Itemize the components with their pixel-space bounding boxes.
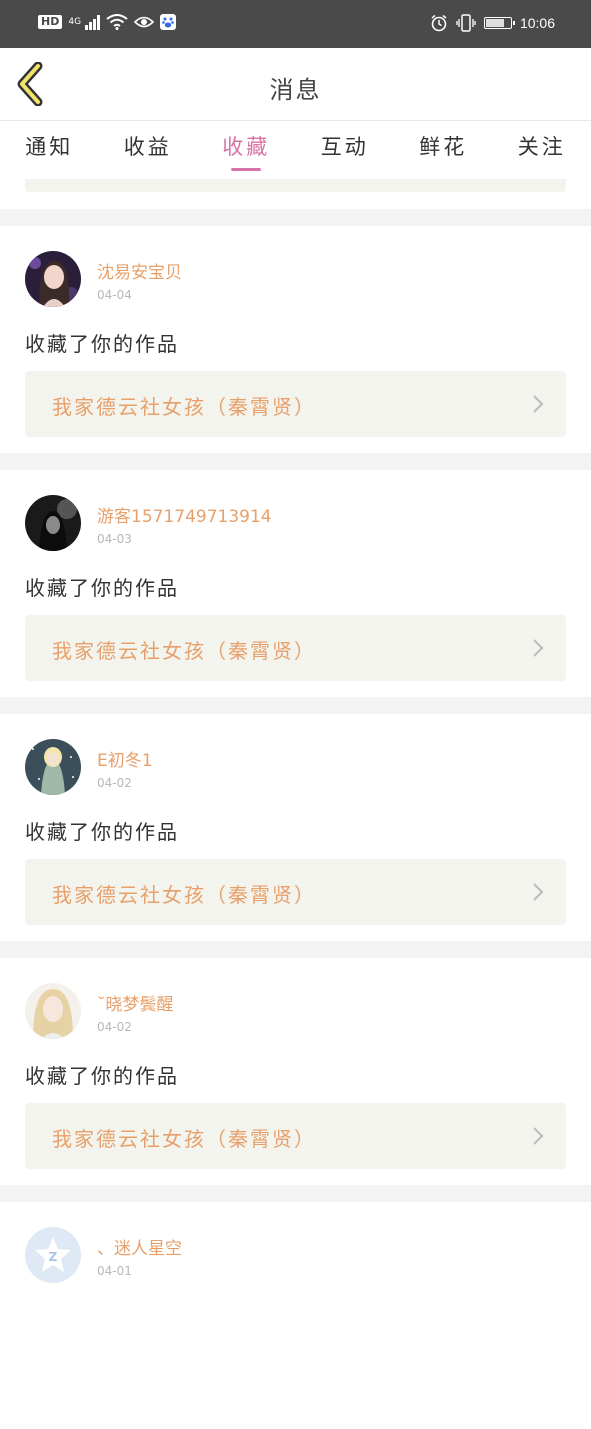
- signal-icon: [85, 14, 100, 30]
- nav-bar: 消息: [0, 48, 591, 121]
- work-link[interactable]: 我家德云社女孩（秦霄贤）: [25, 615, 566, 681]
- timestamp: 04-02: [97, 1020, 132, 1034]
- vibrate-icon: [456, 14, 476, 32]
- work-title: 我家德云社女孩（秦霄贤）: [52, 1123, 316, 1152]
- message-list: 沈易安宝贝 04-04 收藏了你的作品 我家德云社女孩（秦霄贤） 游客15717…: [0, 179, 591, 1429]
- chevron-right-icon: [532, 638, 544, 658]
- network-type: 4G: [68, 17, 81, 27]
- eye-icon: [134, 15, 154, 29]
- username[interactable]: ˘晓梦鬓醒: [97, 990, 174, 1015]
- work-title: 我家德云社女孩（秦霄贤）: [52, 879, 316, 908]
- alarm-icon: [430, 14, 448, 32]
- status-bar: HD 4G: [0, 0, 591, 48]
- chevron-right-icon: [532, 882, 544, 902]
- battery-icon: [484, 17, 512, 29]
- list-item: 沈易安宝贝 04-04 收藏了你的作品 我家德云社女孩（秦霄贤）: [0, 226, 591, 453]
- chevron-right-icon: [532, 1126, 544, 1146]
- work-title: 我家德云社女孩（秦霄贤）: [52, 391, 316, 420]
- work-title: 我家德云社女孩（秦霄贤）: [52, 635, 316, 664]
- tab-interactions[interactable]: 互动: [296, 121, 395, 179]
- clock: 10:06: [520, 15, 555, 31]
- wifi-icon: [106, 14, 128, 30]
- work-link[interactable]: 我家德云社女孩（秦霄贤）: [25, 859, 566, 925]
- tab-notifications[interactable]: 通知: [0, 121, 99, 179]
- chevron-right-icon: [532, 394, 544, 414]
- username[interactable]: 游客1571749713914: [97, 502, 272, 527]
- work-link[interactable]: 我家德云社女孩（秦霄贤）: [25, 1103, 566, 1169]
- list-item: 游客1571749713914 04-03 收藏了你的作品 我家德云社女孩（秦霄…: [0, 470, 591, 697]
- tab-follows[interactable]: 关注: [493, 121, 591, 179]
- page-title: 消息: [0, 70, 591, 105]
- timestamp: 04-03: [97, 532, 132, 546]
- avatar[interactable]: Z: [25, 1227, 81, 1283]
- avatar[interactable]: [25, 495, 81, 551]
- tab-flowers[interactable]: 鲜花: [394, 121, 493, 179]
- work-link[interactable]: 我家德云社女孩（秦霄贤）: [25, 371, 566, 437]
- message-text: 收藏了你的作品: [25, 816, 179, 845]
- avatar[interactable]: [25, 739, 81, 795]
- tab-bar: 通知 收益 收藏 互动 鲜花 关注: [0, 121, 591, 179]
- list-item: ˘晓梦鬓醒 04-02 收藏了你的作品 我家德云社女孩（秦霄贤）: [0, 958, 591, 1185]
- message-text: 收藏了你的作品: [25, 328, 179, 357]
- tab-earnings[interactable]: 收益: [99, 121, 198, 179]
- timestamp: 04-04: [97, 288, 132, 302]
- avatar[interactable]: [25, 251, 81, 307]
- username[interactable]: E初冬1: [97, 746, 153, 771]
- tab-favorites[interactable]: 收藏: [197, 121, 296, 179]
- timestamp: 04-01: [97, 1264, 132, 1278]
- list-item: Z 、迷人星空 04-01: [0, 1202, 591, 1429]
- list-item: [0, 179, 591, 209]
- username[interactable]: 沈易安宝贝: [97, 258, 182, 283]
- timestamp: 04-02: [97, 776, 132, 790]
- svg-text:Z: Z: [49, 1250, 58, 1264]
- baidu-app-icon: [160, 14, 176, 30]
- message-text: 收藏了你的作品: [25, 572, 179, 601]
- avatar[interactable]: [25, 983, 81, 1039]
- hd-indicator: HD: [38, 15, 62, 29]
- list-item: E初冬1 04-02 收藏了你的作品 我家德云社女孩（秦霄贤）: [0, 714, 591, 941]
- message-text: 收藏了你的作品: [25, 1060, 179, 1089]
- username[interactable]: 、迷人星空: [97, 1234, 182, 1259]
